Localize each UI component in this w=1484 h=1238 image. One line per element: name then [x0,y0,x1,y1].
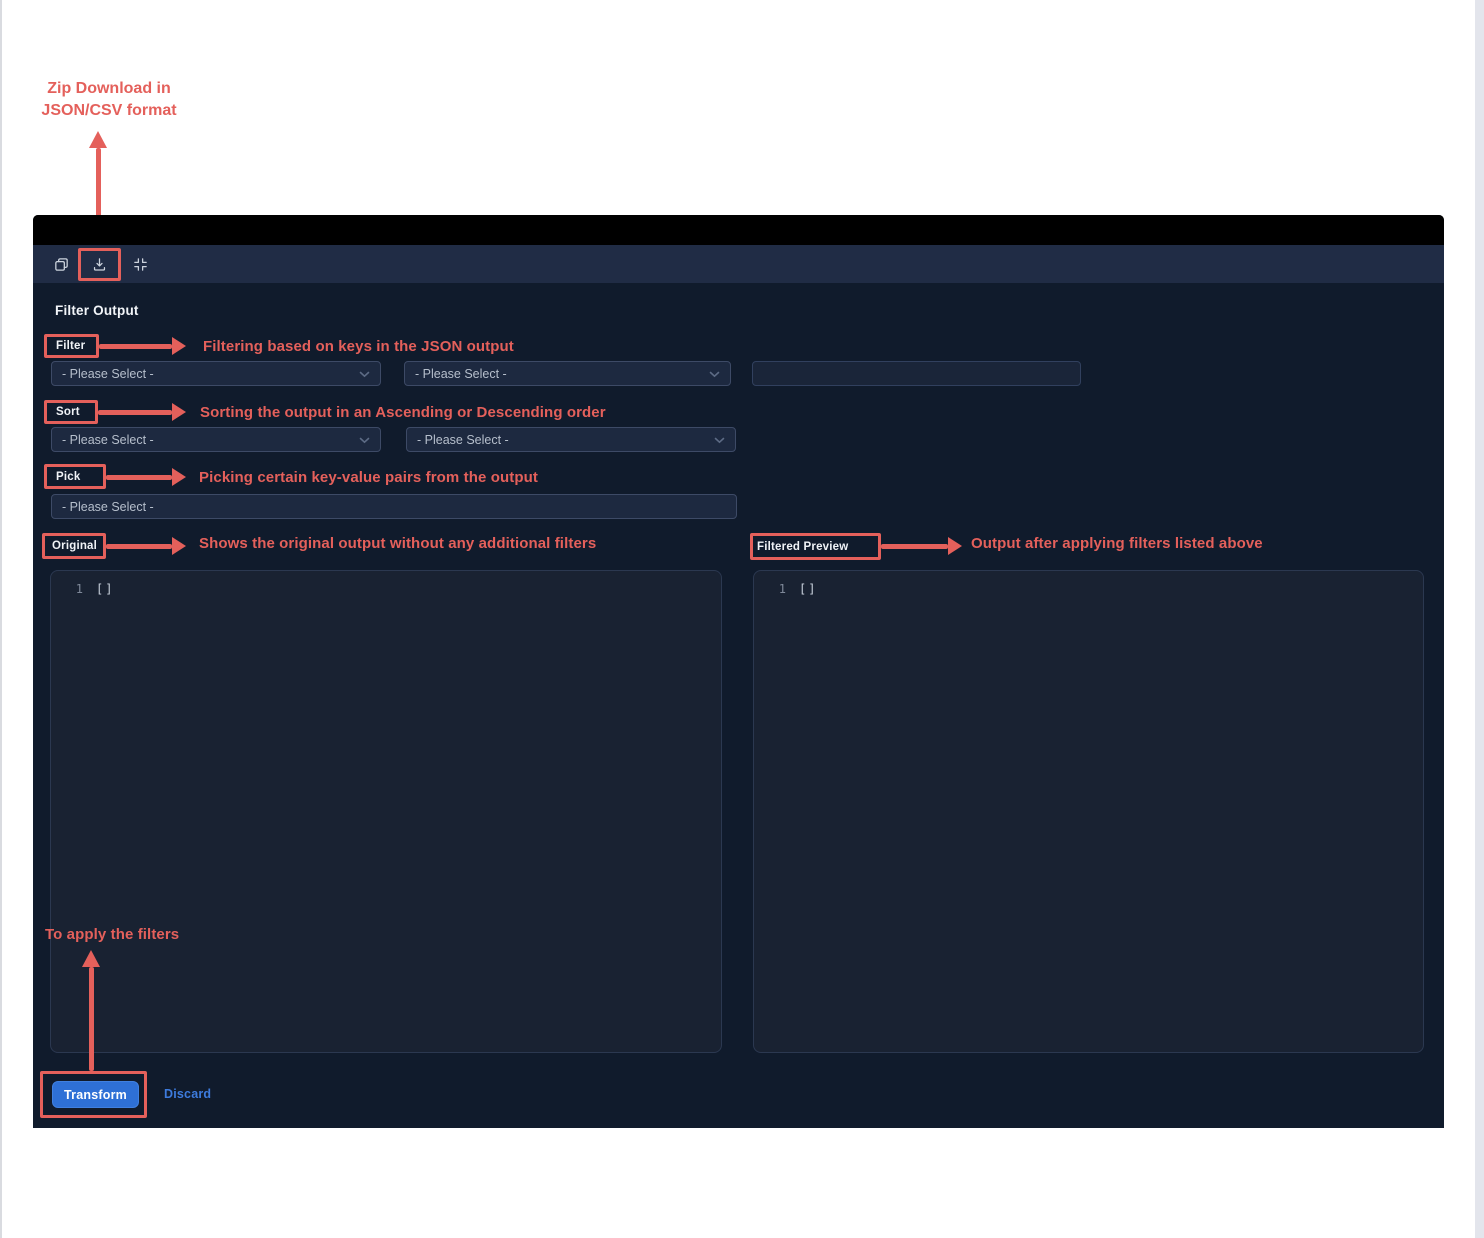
pick-label: Pick [56,471,80,483]
sort-label: Sort [56,406,80,418]
original-label: Original [52,540,97,552]
annotation-sort-text: Sorting the output in an Ascending or De… [200,404,606,421]
filter-condition-select-value: - Please Select - [415,367,507,381]
sort-key-select-value: - Please Select - [62,433,154,447]
panel-toolbar [33,245,1444,283]
chevron-down-icon [709,367,720,381]
page: Zip Download in JSON/CSV format [0,0,1484,1238]
filter-value-field[interactable] [752,361,1081,386]
filtered-preview-code-editor[interactable]: 1 [] [753,570,1424,1053]
sort-order-select-value: - Please Select - [417,433,509,447]
page-title: Filter Output [55,303,139,318]
collapse-icon[interactable] [130,254,150,274]
filter-key-select-value: - Please Select - [62,367,154,381]
filter-value-input[interactable] [763,362,1070,385]
line-number: 1 [51,582,83,596]
annotation-zip-download-note: Zip Download in JSON/CSV format [19,78,199,122]
annotation-original-text: Shows the original output without any ad… [199,535,596,552]
code-line: 1 [] [754,571,1423,596]
chevron-down-icon [359,433,370,447]
annotation-zip-line2: JSON/CSV format [19,100,199,122]
filter-label: Filter [56,340,85,352]
filtered-preview-label: Filtered Preview [757,541,848,553]
panel-top-black-bar [33,215,1444,245]
sort-key-select[interactable]: - Please Select - [51,427,381,452]
filter-key-select[interactable]: - Please Select - [51,361,381,386]
page-scrollbar-track[interactable] [1475,0,1484,1238]
transform-button[interactable]: Transform [52,1081,139,1108]
chevron-down-icon [714,433,725,447]
pick-select[interactable]: - Please Select - [51,494,737,519]
sort-order-select[interactable]: - Please Select - [406,427,736,452]
code-line: 1 [] [51,571,721,596]
filter-condition-select[interactable]: - Please Select - [404,361,731,386]
code-content: [] [799,582,817,596]
annotation-pick-text: Picking certain key-value pairs from the… [199,469,538,486]
page-left-border [0,0,2,1238]
pick-select-value: - Please Select - [62,500,154,514]
annotation-transform-text: To apply the filters [45,926,179,943]
copy-icon[interactable] [51,254,71,274]
chevron-down-icon [359,367,370,381]
download-icon[interactable] [89,254,109,274]
discard-button[interactable]: Discard [164,1087,211,1101]
code-content: [] [96,582,114,596]
annotation-filtered-preview-text: Output after applying filters listed abo… [971,535,1263,552]
original-code-editor[interactable]: 1 [] [50,570,722,1053]
annotation-filter-text: Filtering based on keys in the JSON outp… [203,338,514,355]
line-number: 1 [754,582,786,596]
annotation-zip-line1: Zip Download in [19,78,199,100]
